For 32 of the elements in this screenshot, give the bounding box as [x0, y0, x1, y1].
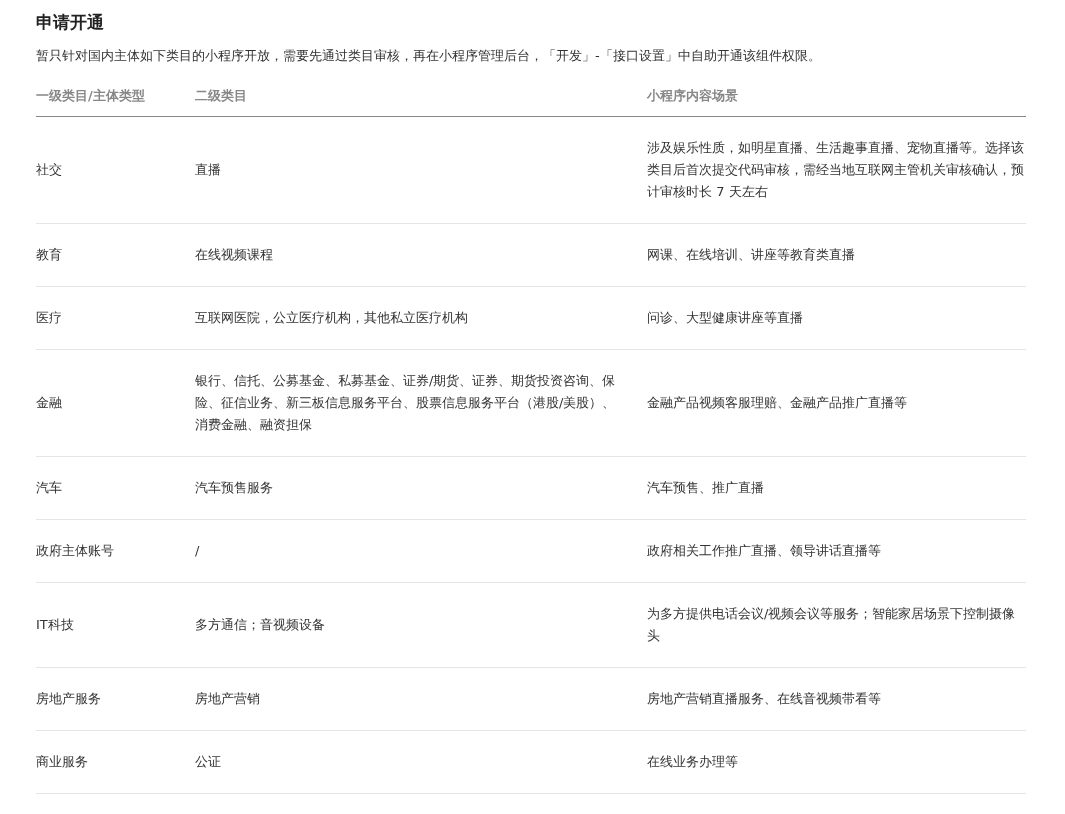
table-cell: 在线视频课程	[195, 223, 647, 287]
table-cell: 政府相关工作推广直播、领导讲话直播等	[647, 519, 1026, 583]
table-cell: 房地产营销	[195, 667, 647, 731]
intro-text: 暂只针对国内主体如下类目的小程序开放，需要先通过类目审核，再在小程序管理后台，「开发」-「接口设置」中自助开通该组件权限。	[36, 47, 822, 65]
table-cell: 问诊、大型健康讲座等直播	[647, 286, 1026, 350]
table-cell: 网课、在线培训、讲座等教育类直播	[647, 223, 1026, 287]
table-cell: 银行、信托、公募基金、私募基金、证券/期货、证券、期货投资咨询、保险、征信业务、新三板信息服务平台、股票信息服务平台（港股/美股）、消费金融、融资担保	[195, 349, 647, 457]
table-cell: 金融产品视频客服理赔、金融产品推广直播等	[647, 349, 1026, 457]
table-cell: 公证	[195, 730, 647, 794]
table-cell: 政府主体账号	[36, 519, 195, 583]
table-cell: 教育	[36, 223, 195, 287]
table-cell: 医疗	[36, 286, 195, 350]
table-cell: 为多方提供电话会议/视频会议等服务；智能家居场景下控制摄像头	[647, 582, 1026, 668]
table-cell: 涉及娱乐性质，如明星直播、生活趣事直播、宠物直播等。选择该类目后首次提交代码审核，需经当地互联网主管机关审核确认，预计审核时长 7 天左右	[647, 116, 1026, 224]
table-cell: 汽车预售服务	[195, 456, 647, 520]
table-cell: IT科技	[36, 582, 195, 668]
table-cell: 房地产服务	[36, 667, 195, 731]
table-cell: 社交	[36, 116, 195, 224]
table-cell: 在线业务办理等	[647, 730, 1026, 794]
column-header: 二级类目	[195, 85, 647, 117]
table-cell: 汽车预售、推广直播	[647, 456, 1026, 520]
table-cell: 房地产营销直播服务、在线音视频带看等	[647, 667, 1026, 731]
table-cell: 汽车	[36, 456, 195, 520]
table-cell: 金融	[36, 349, 195, 457]
column-header: 小程序内容场景	[647, 85, 1026, 117]
table-cell: 直播	[195, 116, 647, 224]
table-cell: 互联网医院，公立医疗机构，其他私立医疗机构	[195, 286, 647, 350]
table-cell: 商业服务	[36, 730, 195, 794]
table-cell: 多方通信；音视频设备	[195, 582, 647, 668]
section-title: 申请开通	[36, 11, 105, 34]
table-cell: /	[195, 519, 647, 583]
column-header: 一级类目/主体类型	[36, 85, 195, 117]
